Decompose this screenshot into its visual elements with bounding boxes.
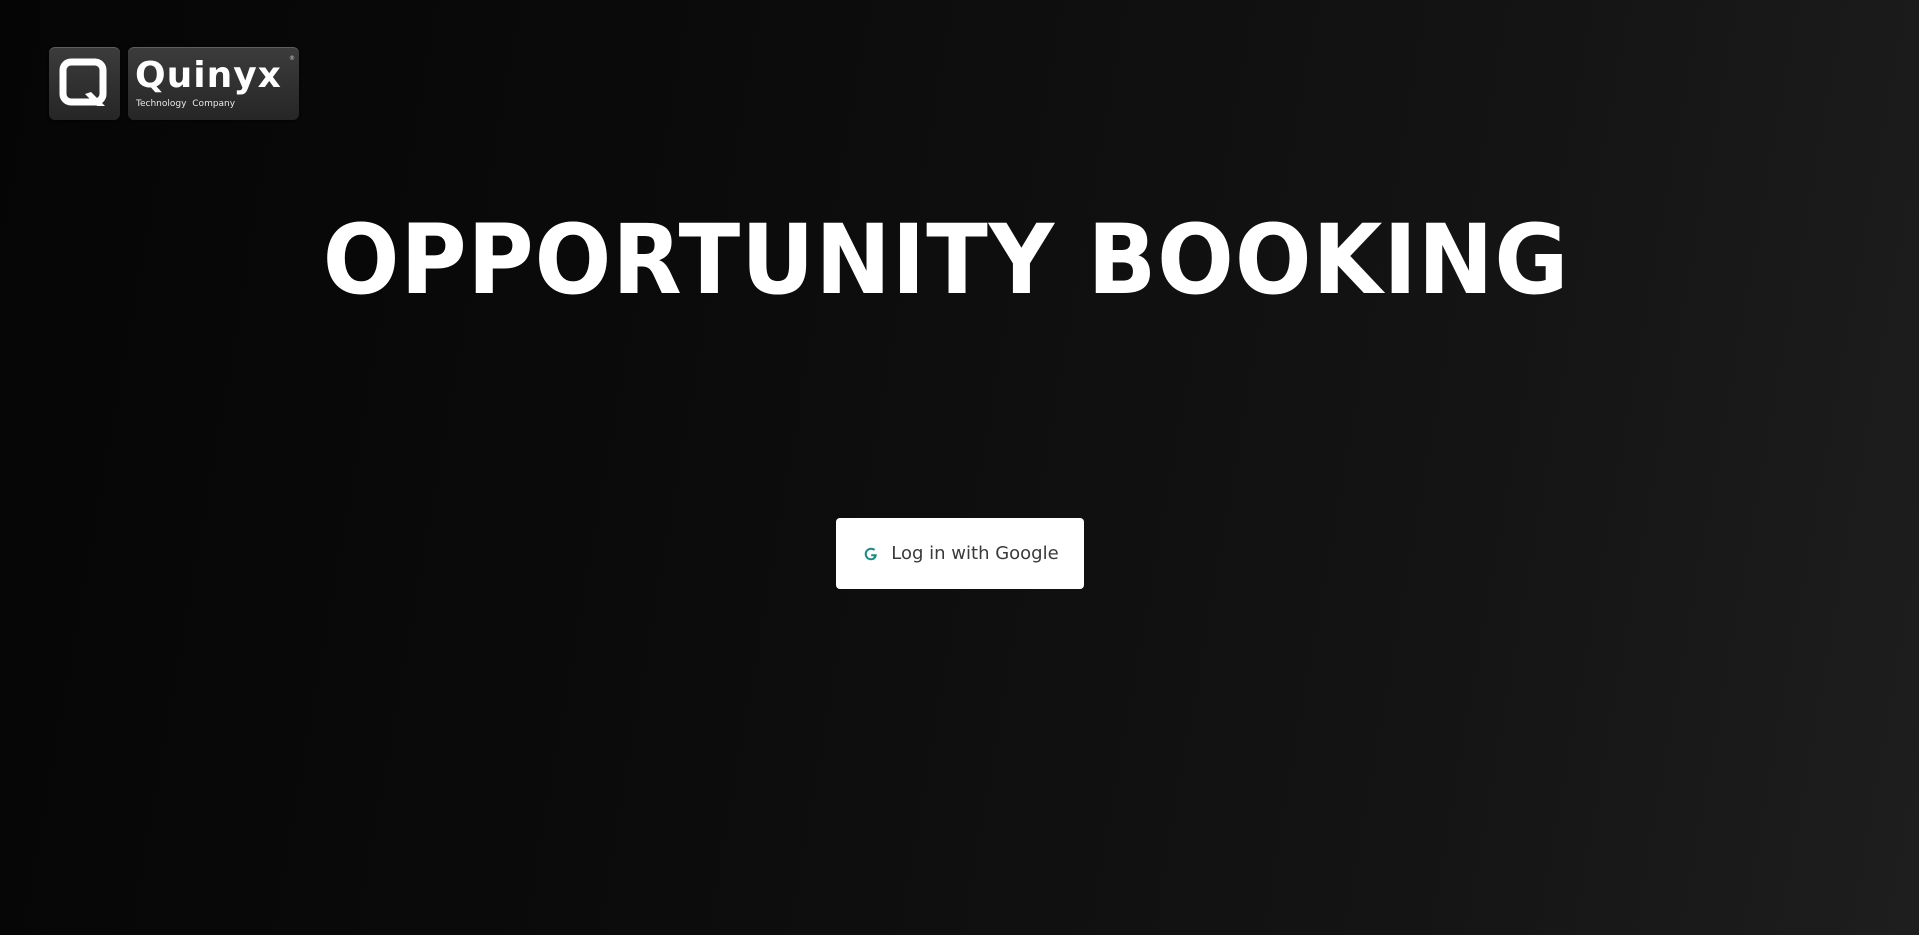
registered-mark: ® (289, 55, 295, 62)
page-title: OPPORTUNITY BOOKING (322, 204, 1570, 316)
logo-tagline: Technology Company (136, 99, 236, 109)
quinyx-wordmark: Quinyx Technology Company ® (128, 47, 299, 120)
google-login-button[interactable]: Log in with Google (836, 518, 1084, 589)
google-g-icon (861, 544, 881, 564)
google-login-label: Log in with Google (891, 542, 1059, 564)
quinyx-logo: Quinyx Technology Company ® (49, 47, 299, 120)
logo-name: Quinyx (135, 55, 282, 96)
quinyx-q-mark (49, 47, 120, 120)
q-mark-icon (59, 58, 106, 106)
